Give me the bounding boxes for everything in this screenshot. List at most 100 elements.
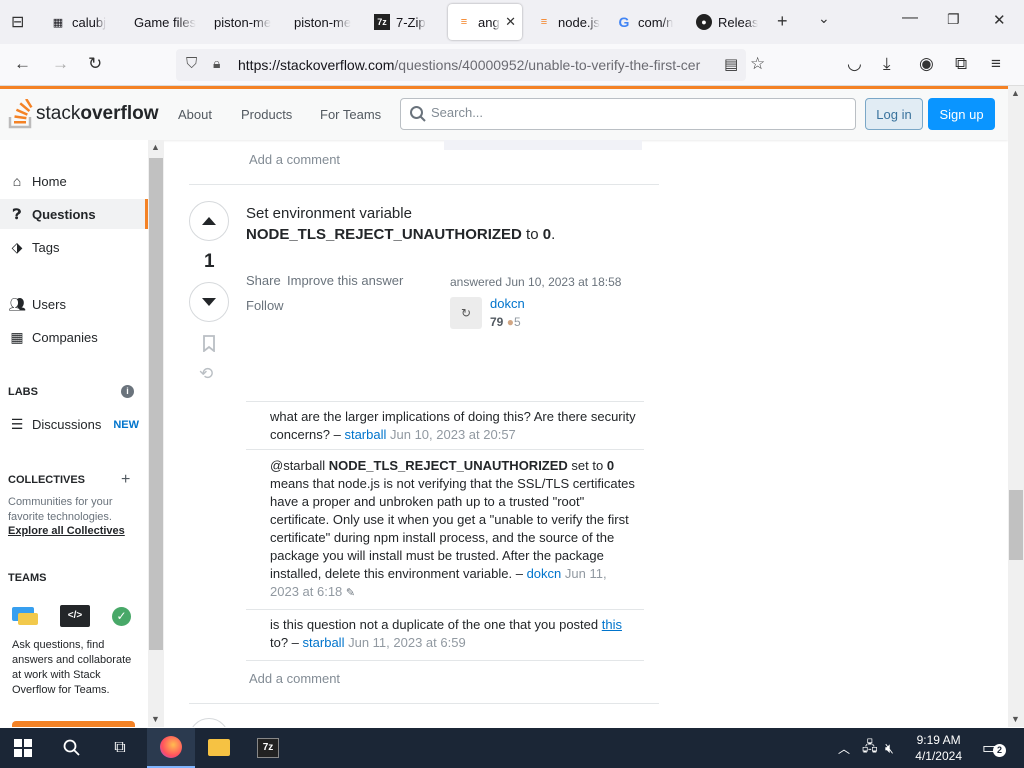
network-icon[interactable]: 🖧︎	[862, 736, 878, 760]
search-icon	[410, 106, 426, 122]
upvote-button[interactable]	[189, 201, 229, 241]
url-bar[interactable]: ⛉ 🔒︎ https://stackoverflow.com/questions…	[176, 49, 746, 81]
7zip-taskbar-icon[interactable]: 7z	[257, 738, 279, 758]
file-explorer-icon[interactable]	[208, 739, 230, 756]
history-icon[interactable]: ⟲	[199, 364, 213, 384]
tab-2[interactable]: piston-me	[214, 4, 276, 40]
sidebar-scrollbar[interactable]: ▲ ▼	[148, 140, 164, 727]
volume-muted-icon[interactable]: 🔇︎	[885, 736, 894, 760]
so-topbar: stackoverflow About Products For Teams L…	[0, 86, 1008, 140]
scroll-up-arrow-icon[interactable]: ▲	[151, 142, 160, 152]
tab-8[interactable]: ● Releas	[696, 4, 760, 40]
teams-cta-button[interactable]	[12, 721, 135, 727]
nav-products-link[interactable]: Products	[241, 107, 292, 122]
tray-chevron-up-icon[interactable]: ︿	[838, 736, 850, 760]
reader-view-icon[interactable]: ▤	[724, 55, 738, 73]
lock-icon[interactable]: 🔒︎	[213, 55, 220, 72]
answer-body: Set environment variable NODE_TLS_REJECT…	[246, 205, 556, 243]
next-answer-upvote-button[interactable]	[189, 718, 229, 727]
collectives-description: Communities for your favorite technologi…	[8, 496, 113, 523]
companies-icon: ▦	[10, 329, 24, 345]
teams-illustration-check-icon: ✓	[112, 607, 131, 626]
sidebar-scroll-thumb[interactable]	[149, 158, 163, 650]
sidebar-item-users[interactable]: 👥︎ Users	[8, 296, 66, 313]
duplicate-link[interactable]: this	[602, 617, 622, 632]
reload-icon[interactable]: ↻	[88, 54, 102, 74]
sidebar-item-companies[interactable]: ▦ Companies	[8, 329, 97, 346]
close-tab-icon[interactable]: ✕	[505, 14, 516, 30]
sidebar-item-questions[interactable]: ❓︎ Questions	[0, 199, 148, 229]
tab-3[interactable]: piston-me	[294, 4, 356, 40]
search-input[interactable]	[431, 105, 831, 120]
comment-divider	[246, 449, 644, 450]
tab-list-chevron-icon[interactable]: ⌄	[818, 10, 830, 27]
so-logo[interactable]: stack overflow	[8, 99, 158, 129]
comment-user-link[interactable]: dokcn	[527, 566, 562, 581]
windows-taskbar: ⧉ 7z ︿ 🖧︎ 🔇︎ 9:19 AM 4/1/2024 ▭ 2	[0, 728, 1024, 768]
tab-5-active[interactable]: ≡ ang ✕	[448, 4, 522, 40]
add-collective-icon[interactable]: +	[121, 471, 130, 489]
explore-collectives-link[interactable]: Explore all Collectives	[8, 524, 125, 539]
downvote-button[interactable]	[189, 282, 229, 322]
close-window-icon[interactable]: ✕	[993, 11, 1006, 29]
file-icon: ▦	[52, 16, 64, 29]
google-icon: G	[618, 14, 630, 30]
stackoverflow-icon: ≡	[460, 16, 468, 28]
account-icon[interactable]: ◉	[919, 54, 934, 74]
new-tab-icon[interactable]: +	[777, 11, 788, 32]
taskbar-clock[interactable]: 9:19 AM 4/1/2024	[915, 732, 962, 764]
downloads-icon[interactable]: ⤓	[883, 54, 891, 74]
windows-start-icon[interactable]	[14, 739, 32, 757]
page-scroll-up-icon[interactable]: ▲	[1011, 88, 1020, 98]
tab-0[interactable]: ▦ calubj	[50, 4, 118, 40]
collectives-heading: COLLECTIVES	[8, 474, 86, 486]
info-icon[interactable]: i	[121, 385, 134, 398]
tab-overview-icon[interactable]: ⊟	[11, 12, 24, 32]
answer-user-name[interactable]: dokcn	[490, 296, 525, 311]
comment-divider	[246, 660, 644, 661]
page-scroll-thumb[interactable]	[1009, 490, 1023, 560]
tab-6[interactable]: ≡ node.js	[536, 4, 600, 40]
improve-answer-link[interactable]: Improve this answer	[287, 273, 403, 288]
sidebar-item-home[interactable]: ⌂ Home	[8, 173, 67, 189]
tab-7[interactable]: Gcom/n	[616, 4, 678, 40]
pocket-icon[interactable]: ◡	[847, 54, 862, 74]
menu-icon[interactable]: ≡	[991, 54, 1001, 74]
avatar[interactable]: ↻	[450, 297, 482, 329]
taskbar-firefox[interactable]	[147, 728, 195, 768]
tab-1[interactable]: Game files	[134, 4, 204, 40]
bookmark-star-icon[interactable]: ☆	[750, 54, 765, 74]
add-comment-link[interactable]: Add a comment	[249, 671, 340, 686]
scroll-down-arrow-icon[interactable]: ▼	[151, 714, 160, 724]
back-icon[interactable]: ←	[14, 54, 31, 74]
minimize-icon[interactable]: —	[902, 9, 918, 27]
url-text[interactable]: https://stackoverflow.com/questions/4000…	[238, 57, 712, 73]
search-box[interactable]	[400, 98, 856, 130]
follow-link[interactable]: Follow	[246, 298, 284, 313]
signup-button[interactable]: Sign up	[928, 98, 995, 130]
maximize-icon[interactable]: ❐	[947, 11, 960, 28]
task-view-icon[interactable]: ⧉	[108, 736, 132, 760]
comments-divider	[246, 401, 644, 402]
nav-about-link[interactable]: About	[178, 107, 212, 122]
shield-icon[interactable]: ⛉	[186, 55, 197, 72]
bookmark-icon[interactable]	[202, 335, 216, 352]
comment-user-link[interactable]: starball	[303, 635, 345, 650]
sidebar-item-tags[interactable]: ⬗ Tags	[8, 239, 60, 256]
forward-icon[interactable]: →	[52, 54, 69, 74]
comment-user-link[interactable]: starball	[344, 427, 386, 442]
nav-teams-link[interactable]: For Teams	[320, 107, 381, 122]
extensions-icon[interactable]: ⧉	[955, 54, 967, 74]
tab-4[interactable]: 7z 7-Zip	[374, 4, 436, 40]
login-button[interactable]: Log in	[865, 98, 923, 130]
page-scroll-down-icon[interactable]: ▼	[1011, 714, 1020, 724]
comment-3: is this question not a duplicate of the …	[270, 617, 622, 650]
sidebar-item-discussions[interactable]: ☰ Discussions NEW	[8, 416, 139, 433]
browser-nav-bar: ← → ↻ ⛉ 🔒︎ https://stackoverflow.com/que…	[0, 44, 1024, 86]
taskbar-search-icon[interactable]	[63, 739, 81, 757]
previous-add-comment-link[interactable]: Add a comment	[249, 152, 340, 167]
share-link[interactable]: Share	[246, 273, 281, 288]
upvote-arrow-icon	[202, 217, 216, 225]
page-scrollbar[interactable]: ▲ ▼	[1008, 86, 1024, 727]
notification-center-icon[interactable]: ▭ 2	[982, 738, 1006, 757]
